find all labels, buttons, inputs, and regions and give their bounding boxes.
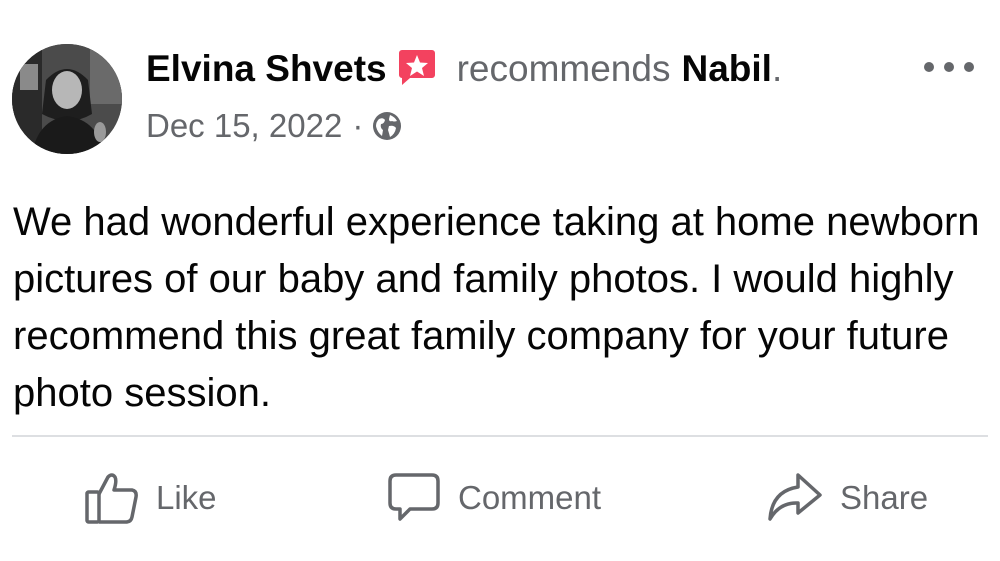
action-bar: Like Comment Share — [0, 460, 1000, 536]
page-name-link[interactable]: Nabil — [681, 48, 771, 90]
post-header: Elvina Shvets recommends Nabil . — [146, 46, 782, 92]
share-arrow-icon — [766, 471, 824, 525]
more-dot — [924, 62, 934, 72]
share-button[interactable]: Share — [766, 460, 928, 536]
comment-label: Comment — [458, 479, 602, 516]
author-name[interactable]: Elvina Shvets — [146, 48, 387, 90]
thumbs-up-icon — [84, 471, 140, 525]
like-label: Like — [156, 479, 217, 516]
globe-icon[interactable] — [371, 110, 403, 142]
post-meta: Dec 15, 2022 · — [146, 104, 403, 148]
more-options-button[interactable] — [924, 52, 974, 82]
like-button[interactable]: Like — [84, 460, 217, 536]
header-period: . — [771, 48, 783, 89]
post-date[interactable]: Dec 15, 2022 — [146, 107, 342, 145]
more-dot — [964, 62, 974, 72]
recommendation-star-icon — [397, 47, 437, 87]
recommends-text: recommends — [456, 48, 671, 89]
more-dot — [944, 62, 954, 72]
avatar[interactable] — [12, 44, 122, 154]
divider — [12, 435, 988, 437]
post-card: Elvina Shvets recommends Nabil . Dec 15,… — [0, 0, 1000, 561]
share-label: Share — [840, 479, 929, 516]
meta-separator: · — [352, 107, 364, 144]
post-text: We had wonderful experience taking at ho… — [13, 200, 980, 415]
comment-bubble-icon — [386, 471, 442, 525]
comment-button[interactable]: Comment — [386, 460, 601, 536]
